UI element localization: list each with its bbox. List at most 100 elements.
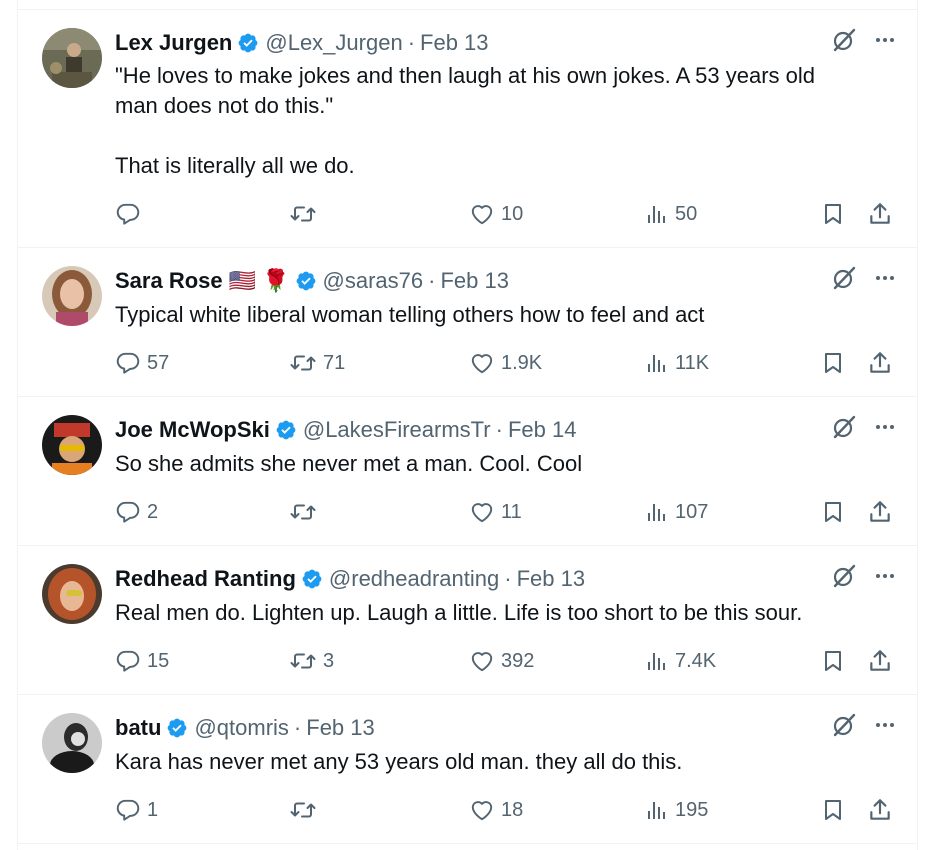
like-button[interactable]: 392 (469, 646, 534, 676)
views-count: 195 (675, 798, 709, 821)
share-button[interactable] (867, 497, 893, 527)
separator-dot: · (293, 715, 302, 740)
views-button[interactable]: 11K (645, 348, 709, 378)
share-button[interactable] (867, 646, 893, 676)
more-icon[interactable] (873, 266, 897, 296)
bookmark-button[interactable] (821, 348, 845, 378)
tweet-text: "He loves to make jokes and then laugh a… (115, 63, 816, 178)
author-handle[interactable]: @redheadranting (329, 566, 499, 592)
more-icon[interactable] (873, 415, 897, 445)
grok-icon[interactable] (831, 265, 857, 297)
like-count: 11 (501, 500, 522, 523)
tweet-header: Lex Jurgen @Lex_Jurgen · Feb 13 (115, 28, 897, 58)
author-name[interactable]: Sara Rose (115, 268, 223, 294)
author-handle[interactable]: @saras76 (323, 268, 424, 294)
tweet-date[interactable]: Feb 13 (420, 30, 489, 56)
grok-icon[interactable] (831, 414, 857, 446)
views-button[interactable]: 50 (645, 199, 697, 229)
reply-button[interactable]: 2 (115, 497, 158, 527)
reply-tweet[interactable]: Joe McWopSki @LakesFirearmsTr · Feb 14 S… (18, 397, 917, 546)
avatar[interactable] (42, 266, 102, 326)
share-icon (870, 501, 890, 522)
bookmark-button[interactable] (821, 199, 845, 229)
views-icon (648, 355, 665, 372)
grok-icon[interactable] (831, 563, 857, 595)
tweet-header: Joe McWopSki @LakesFirearmsTr · Feb 14 (115, 415, 897, 445)
bookmark-button[interactable] (821, 646, 845, 676)
reply-count: 1 (147, 798, 159, 821)
repost-button[interactable] (289, 497, 323, 527)
share-button[interactable] (867, 199, 893, 229)
reply-button[interactable]: 57 (115, 348, 169, 378)
views-count: 7.4K (675, 649, 717, 672)
like-button[interactable]: 1.9K (469, 348, 542, 378)
repost-button[interactable]: 71 (289, 348, 345, 378)
views-button[interactable]: 195 (645, 795, 708, 825)
reply-tweet[interactable]: Lex Jurgen @Lex_Jurgen · Feb 13 "He love… (18, 10, 917, 248)
avatar[interactable] (42, 564, 102, 624)
separator-dot: · (428, 268, 436, 293)
repost-count: 3 (323, 649, 335, 672)
verified-badge-icon (275, 419, 297, 441)
tweet-date[interactable]: Feb 13 (517, 566, 586, 592)
avatar[interactable] (42, 713, 102, 773)
author-name[interactable]: Lex Jurgen (115, 30, 232, 56)
repost-button[interactable] (289, 199, 323, 229)
avatar[interactable] (42, 28, 102, 88)
verified-badge-icon (237, 32, 259, 54)
author-name[interactable]: Redhead Ranting (115, 566, 296, 592)
tweet-header: Redhead Ranting @redheadranting · Feb 13 (115, 564, 897, 594)
tweet-date[interactable]: Feb 14 (508, 417, 577, 443)
tweet-date[interactable]: Feb 13 (440, 268, 509, 294)
views-button[interactable]: 107 (645, 497, 708, 527)
more-icon[interactable] (873, 713, 897, 743)
views-button[interactable]: 7.4K (645, 646, 716, 676)
author-handle[interactable]: @LakesFirearmsTr (303, 417, 491, 443)
more-icon[interactable] (873, 564, 897, 594)
bookmark-icon (825, 651, 841, 671)
bookmark-button[interactable] (821, 497, 845, 527)
views-icon (648, 206, 665, 223)
reply-button[interactable]: 15 (115, 646, 169, 676)
separator-dot: · (504, 566, 512, 591)
tweet-date[interactable]: Feb 13 (306, 715, 375, 741)
repost-button[interactable] (289, 795, 323, 825)
share-button[interactable] (867, 348, 893, 378)
avatar[interactable] (42, 415, 102, 475)
author-name[interactable]: batu (115, 715, 161, 741)
tweet-header: Sara Rose 🇺🇸 🌹 @saras76 · Feb 13 (115, 266, 897, 296)
share-icon (870, 799, 890, 820)
reply-tweet[interactable]: Redhead Ranting @redheadranting · Feb 13… (18, 546, 917, 695)
share-icon (870, 352, 890, 373)
author-handle[interactable]: @qtomris (194, 715, 288, 741)
like-icon (471, 354, 493, 374)
reply-count: 15 (147, 649, 170, 672)
tweet-text: Kara has never met any 53 years old man.… (115, 749, 683, 774)
repost-icon (290, 802, 316, 818)
repost-button[interactable]: 3 (289, 646, 334, 676)
tweet-text: Typical white liberal woman telling othe… (115, 302, 705, 327)
views-count: 50 (675, 202, 698, 225)
name-emoji: 🇺🇸 🌹 (228, 268, 290, 293)
grok-icon[interactable] (831, 712, 857, 744)
reply-button[interactable] (115, 199, 147, 229)
reply-count: 57 (147, 351, 170, 374)
bookmark-icon (825, 800, 841, 820)
author-handle[interactable]: @Lex_Jurgen (265, 30, 402, 56)
reply-button[interactable]: 1 (115, 795, 158, 825)
like-button[interactable]: 10 (469, 199, 523, 229)
like-button[interactable]: 11 (469, 497, 522, 527)
like-icon (471, 801, 493, 821)
verified-badge-icon (301, 568, 323, 590)
reply-tweet[interactable]: Sara Rose 🇺🇸 🌹 @saras76 · Feb 13 Typical… (18, 248, 917, 397)
author-name[interactable]: Joe McWopSki (115, 417, 270, 443)
grok-icon[interactable] (831, 27, 857, 59)
repost-icon (290, 653, 316, 669)
reply-tweet[interactable]: batu @qtomris · Feb 13 Kara has never me… (18, 695, 917, 844)
views-icon (648, 504, 665, 521)
more-icon[interactable] (873, 28, 897, 58)
bookmark-button[interactable] (821, 795, 845, 825)
like-button[interactable]: 18 (469, 795, 523, 825)
share-button[interactable] (867, 795, 893, 825)
views-icon (648, 653, 665, 670)
